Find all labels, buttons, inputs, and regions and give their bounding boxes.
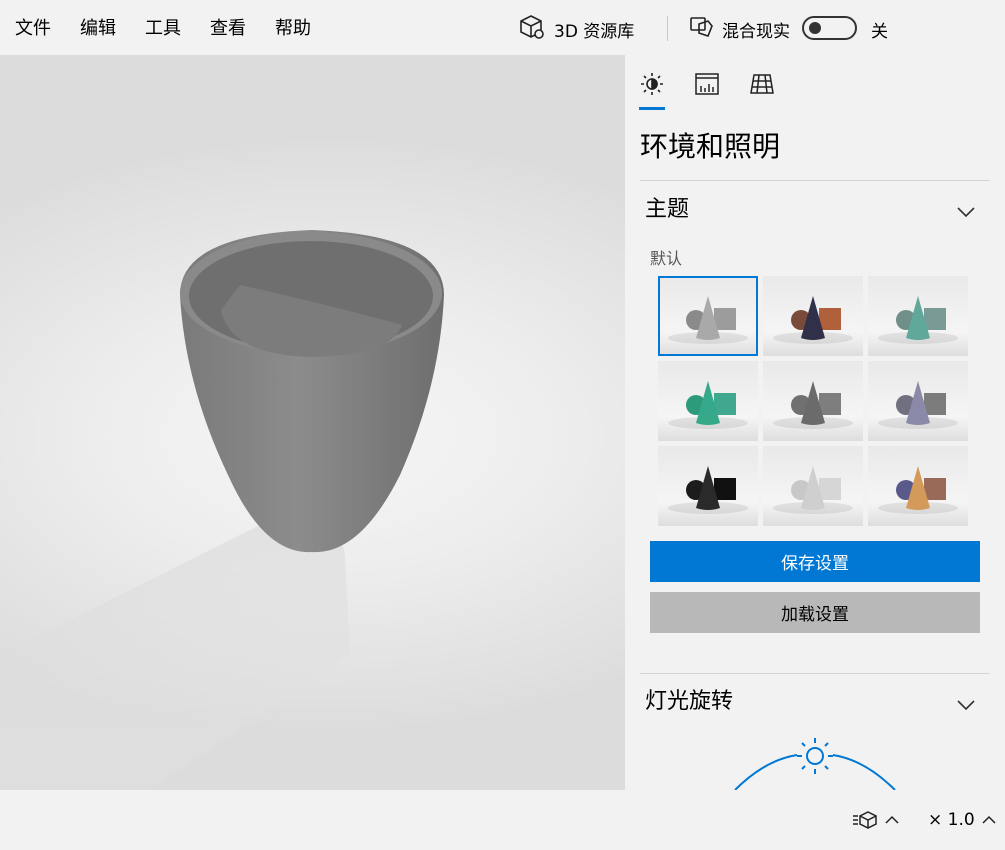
mixed-reality-icon xyxy=(688,14,714,45)
lighting-icon xyxy=(641,73,663,95)
theme-preview xyxy=(773,466,853,514)
zoom-button[interactable]: × 1.0 xyxy=(928,808,997,832)
theme-preview xyxy=(668,466,748,514)
3d-model-canvas xyxy=(0,230,444,790)
zoom-level: × 1.0 xyxy=(928,810,975,830)
theme-option[interactable] xyxy=(658,276,758,356)
selected-theme-label: 默认 xyxy=(650,249,683,268)
view-mode-button[interactable] xyxy=(852,808,900,832)
menu-view[interactable]: 查看 xyxy=(210,17,246,41)
theme-preview xyxy=(878,296,958,344)
divider xyxy=(640,180,990,181)
theme-preview xyxy=(878,466,958,514)
divider xyxy=(640,673,990,674)
mixed-reality-toggle[interactable] xyxy=(802,16,857,40)
chevron-up-icon xyxy=(885,815,899,824)
cube-icon xyxy=(518,13,546,46)
active-tab-indicator xyxy=(639,107,665,110)
environment-panel: 环境和照明 主题 默认 保存设置 加载设置 灯光旋转 xyxy=(625,55,1005,790)
light-rotation-dial[interactable] xyxy=(715,735,915,790)
theme-preview xyxy=(773,381,853,429)
3d-library-label: 3D 资源库 xyxy=(554,21,635,42)
toolbar-divider xyxy=(667,16,668,41)
3d-viewport[interactable] xyxy=(0,55,625,790)
toggle-knob xyxy=(809,22,821,34)
theme-option[interactable] xyxy=(763,361,863,441)
sun-icon xyxy=(797,738,833,774)
mixed-reality-label: 混合现实 xyxy=(722,21,790,42)
theme-grid xyxy=(658,276,968,526)
theme-preview xyxy=(773,296,853,344)
menu-help[interactable]: 帮助 xyxy=(275,17,311,41)
theme-option[interactable] xyxy=(658,446,758,526)
theme-option[interactable] xyxy=(868,446,968,526)
save-settings-button[interactable]: 保存设置 xyxy=(650,541,980,582)
theme-option[interactable] xyxy=(868,361,968,441)
theme-section-header[interactable]: 主题 xyxy=(645,195,689,225)
tab-grid[interactable] xyxy=(747,69,777,99)
3d-library-button[interactable]: 3D 资源库 xyxy=(518,14,634,44)
theme-option[interactable] xyxy=(763,446,863,526)
status-bar: × 1.0 xyxy=(0,790,1005,850)
mixed-reality-button[interactable]: 混合现实 xyxy=(688,14,790,44)
theme-option[interactable] xyxy=(868,276,968,356)
tab-lighting[interactable] xyxy=(637,69,667,99)
chevron-down-icon[interactable] xyxy=(955,698,977,712)
panel-title: 环境和照明 xyxy=(640,130,781,163)
menu-file[interactable]: 文件 xyxy=(15,17,51,41)
grid-icon xyxy=(750,74,774,94)
menu-edit[interactable]: 编辑 xyxy=(80,17,116,41)
view-mode-icon xyxy=(853,811,877,829)
theme-option[interactable] xyxy=(763,276,863,356)
chevron-down-icon[interactable] xyxy=(955,205,977,219)
chevron-up-icon xyxy=(982,815,996,824)
load-settings-button[interactable]: 加载设置 xyxy=(650,592,980,633)
theme-option[interactable] xyxy=(658,361,758,441)
stats-icon xyxy=(695,73,719,95)
theme-preview xyxy=(668,381,748,429)
menu-tools[interactable]: 工具 xyxy=(145,17,181,41)
menu-bar: 文件 编辑 工具 查看 帮助 3D 资源库 混合现实 关 xyxy=(0,0,1005,55)
tab-stats[interactable] xyxy=(692,69,722,99)
theme-preview xyxy=(668,296,748,344)
toggle-state-label: 关 xyxy=(871,22,888,42)
theme-preview xyxy=(878,381,958,429)
light-rotation-section-header[interactable]: 灯光旋转 xyxy=(645,687,733,717)
